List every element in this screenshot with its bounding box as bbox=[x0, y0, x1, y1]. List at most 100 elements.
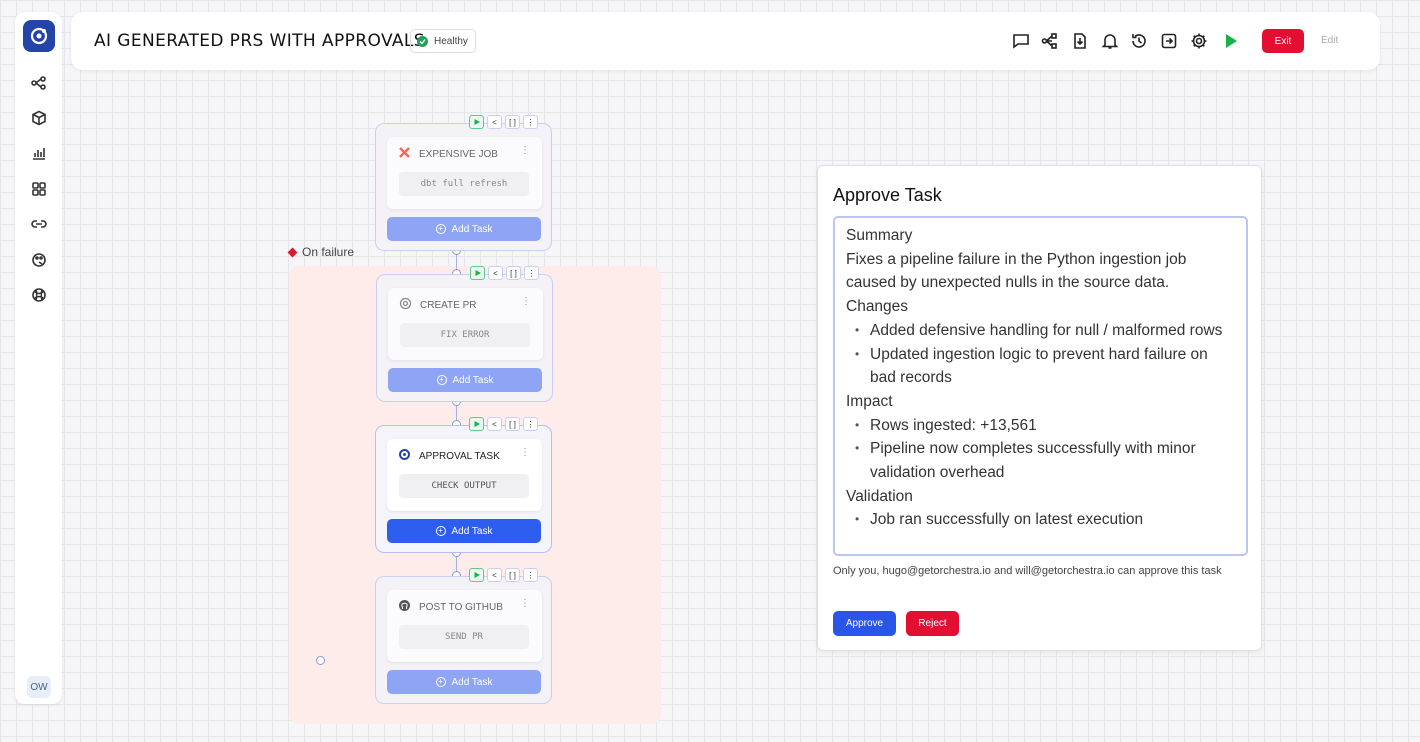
task-command: FIX ERROR bbox=[400, 323, 530, 347]
share-icon[interactable]: < bbox=[487, 568, 502, 582]
on-failure-text: On failure bbox=[302, 245, 355, 259]
node-controls: < [ ] ⋮ bbox=[469, 417, 538, 431]
exit-button[interactable]: Exit bbox=[1262, 29, 1304, 53]
add-task-label: Add Task bbox=[451, 525, 493, 537]
node-controls: < [ ] ⋮ bbox=[469, 568, 538, 582]
on-failure-label: On failure bbox=[287, 245, 355, 259]
chat-icon[interactable] bbox=[1011, 31, 1031, 51]
approval-summary-textarea[interactable]: Summary Fixes a pipeline failure in the … bbox=[833, 216, 1248, 556]
brackets-icon[interactable]: [ ] bbox=[506, 266, 521, 280]
run-icon[interactable] bbox=[1221, 31, 1241, 51]
share-icon[interactable]: < bbox=[488, 266, 503, 280]
share-icon[interactable]: < bbox=[487, 115, 502, 129]
download-icon[interactable] bbox=[1070, 31, 1090, 51]
user-avatar[interactable]: OW bbox=[27, 676, 51, 698]
orchestra-logo-icon[interactable] bbox=[23, 20, 55, 52]
bell-icon[interactable] bbox=[1100, 31, 1120, 51]
page-title: AI GENERATED PRS WITH APPROVALS bbox=[94, 31, 425, 51]
edit-button[interactable]: Edit bbox=[1321, 35, 1338, 46]
task-node-approval-task[interactable]: < [ ] ⋮ APPROVAL TASK ⋮ CHECK OUTPUT + A… bbox=[375, 417, 552, 553]
node-controls: < [ ] ⋮ bbox=[470, 266, 539, 280]
more-vertical-icon[interactable]: ⋮ bbox=[521, 296, 531, 307]
task-node-post-to-github[interactable]: < [ ] ⋮ POST TO GITHUB ⋮ SEND PR + Add T… bbox=[375, 568, 552, 704]
task-title: APPROVAL TASK bbox=[419, 450, 500, 462]
status-label: Healthy bbox=[434, 35, 468, 47]
brackets-icon[interactable]: [ ] bbox=[505, 417, 520, 431]
task-title: POST TO GITHUB bbox=[419, 601, 503, 613]
palette-icon[interactable] bbox=[29, 250, 49, 270]
brackets-icon[interactable]: [ ] bbox=[505, 568, 520, 582]
add-task-button[interactable]: + Add Task bbox=[388, 368, 542, 392]
task-command: dbt full refresh bbox=[399, 172, 529, 196]
approve-button[interactable]: Approve bbox=[833, 611, 896, 636]
charts-icon[interactable] bbox=[29, 143, 49, 163]
changes-heading: Changes bbox=[846, 298, 909, 316]
task-node-expensive-job[interactable]: < [ ] ⋮ EXPENSIVE JOB ⋮ dbt full refresh… bbox=[375, 115, 552, 251]
task-command: SEND PR bbox=[399, 625, 529, 649]
task-card[interactable]: EXPENSIVE JOB ⋮ dbt full refresh bbox=[387, 137, 542, 209]
play-icon[interactable] bbox=[469, 115, 484, 129]
plus-circle-icon: + bbox=[436, 375, 447, 385]
graph-icon[interactable] bbox=[1040, 31, 1060, 51]
add-task-label: Add Task bbox=[451, 676, 493, 688]
task-node-create-pr[interactable]: < [ ] ⋮ CREATE PR ⋮ FIX ERROR + Add Task bbox=[376, 266, 553, 402]
dbt-icon bbox=[398, 146, 411, 162]
task-card[interactable]: POST TO GITHUB ⋮ SEND PR bbox=[387, 590, 542, 662]
impact-heading: Impact bbox=[846, 392, 893, 410]
status-badge: Healthy bbox=[410, 29, 476, 53]
packages-icon[interactable] bbox=[29, 108, 49, 128]
add-task-button[interactable]: + Add Task bbox=[387, 519, 541, 543]
more-vertical-icon[interactable]: ⋮ bbox=[520, 598, 530, 609]
impact-list: Rows ingested: +13,561 Pipeline now comp… bbox=[846, 414, 1234, 485]
share-icon[interactable]: < bbox=[487, 417, 502, 431]
plus-circle-icon: + bbox=[435, 677, 446, 687]
list-item: Job ran successfully on latest execution bbox=[855, 508, 1234, 532]
brackets-icon[interactable]: [ ] bbox=[505, 115, 520, 129]
plus-circle-icon: + bbox=[435, 526, 446, 536]
node-controls: < [ ] ⋮ bbox=[469, 115, 538, 129]
play-icon[interactable] bbox=[469, 417, 484, 431]
more-vertical-icon[interactable]: ⋮ bbox=[523, 417, 538, 431]
more-vertical-icon[interactable]: ⋮ bbox=[523, 115, 538, 129]
links-icon[interactable] bbox=[29, 214, 49, 234]
task-card[interactable]: CREATE PR ⋮ FIX ERROR bbox=[388, 288, 543, 360]
add-task-button[interactable]: + Add Task bbox=[387, 217, 541, 241]
validation-heading: Validation bbox=[846, 487, 913, 505]
task-header: EXPENSIVE JOB bbox=[398, 146, 498, 162]
more-vertical-icon[interactable]: ⋮ bbox=[523, 568, 538, 582]
check-circle-icon bbox=[417, 35, 428, 47]
connector-handle[interactable] bbox=[316, 656, 325, 665]
summary-text: Fixes a pipeline failure in the Python i… bbox=[846, 250, 1187, 292]
grid-icon[interactable] bbox=[29, 179, 49, 199]
summary-heading: Summary bbox=[846, 227, 913, 244]
plus-circle-icon: + bbox=[435, 224, 446, 234]
task-header: POST TO GITHUB bbox=[398, 599, 503, 615]
list-item: Pipeline now completes successfully with… bbox=[855, 437, 1234, 484]
more-vertical-icon[interactable]: ⋮ bbox=[520, 145, 530, 156]
changes-list: Added defensive handling for null / malf… bbox=[846, 319, 1234, 390]
github-icon bbox=[398, 599, 411, 615]
play-icon[interactable] bbox=[470, 266, 485, 280]
integrations-icon[interactable] bbox=[29, 285, 49, 305]
reject-button[interactable]: Reject bbox=[906, 611, 959, 636]
list-item: Updated ingestion logic to prevent hard … bbox=[855, 343, 1234, 390]
play-icon[interactable] bbox=[469, 568, 484, 582]
task-title: CREATE PR bbox=[420, 299, 477, 311]
more-vertical-icon[interactable]: ⋮ bbox=[520, 447, 530, 458]
settings-icon[interactable] bbox=[1189, 31, 1209, 51]
diamond-icon bbox=[287, 247, 298, 257]
add-task-button[interactable]: + Add Task bbox=[387, 670, 541, 694]
validation-list: Job ran successfully on latest execution bbox=[846, 508, 1234, 532]
task-header: APPROVAL TASK bbox=[398, 448, 500, 464]
panel-title: Approve Task bbox=[833, 185, 942, 205]
task-header: CREATE PR bbox=[399, 297, 477, 313]
left-sidebar: OW bbox=[15, 12, 62, 704]
export-icon[interactable] bbox=[1159, 31, 1179, 51]
task-card[interactable]: APPROVAL TASK ⋮ CHECK OUTPUT bbox=[387, 439, 542, 511]
history-icon[interactable] bbox=[1129, 31, 1149, 51]
add-task-label: Add Task bbox=[452, 374, 494, 386]
list-item: Rows ingested: +13,561 bbox=[855, 414, 1234, 438]
pipelines-icon[interactable] bbox=[29, 73, 49, 93]
more-vertical-icon[interactable]: ⋮ bbox=[524, 266, 539, 280]
top-header: AI GENERATED PRS WITH APPROVALS Healthy … bbox=[71, 12, 1380, 70]
